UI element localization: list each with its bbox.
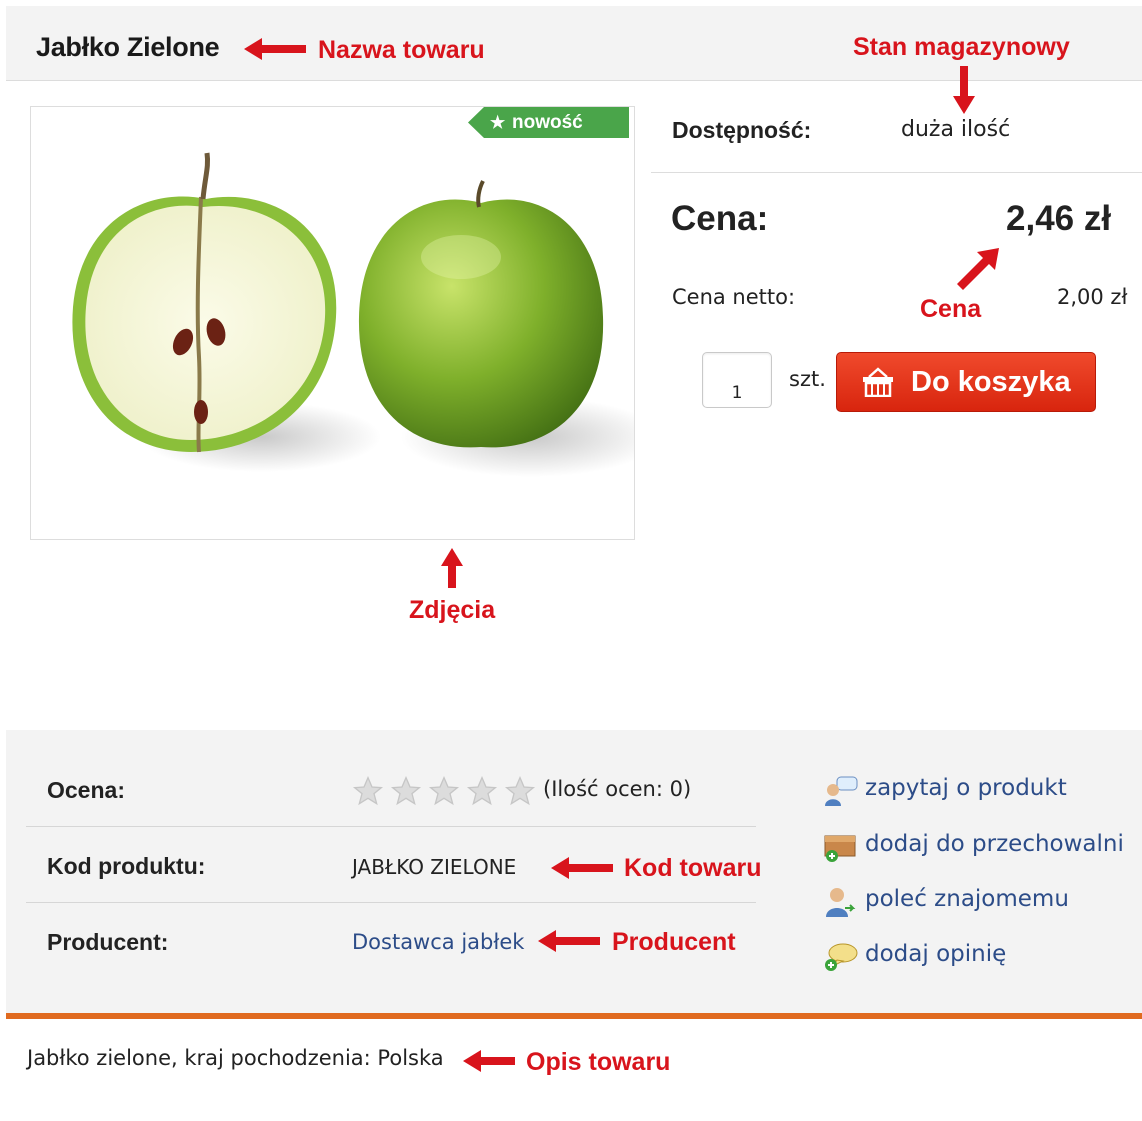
annotation-price: Cena <box>920 295 982 323</box>
star-empty-icon[interactable] <box>352 775 384 807</box>
annotation-producer: Producent <box>612 928 736 956</box>
action-label: dodaj opinię <box>865 941 1007 967</box>
price-value: 2,46 zł <box>1006 199 1112 238</box>
star-empty-icon[interactable] <box>466 775 498 807</box>
annotation-arrow-left-icon <box>463 1050 515 1072</box>
net-price-value: 2,00 zł <box>1057 285 1128 309</box>
product-title: Jabłko Zielone <box>36 32 220 62</box>
unit-label: szt. <box>789 367 826 391</box>
annotation-arrow-left-icon <box>538 930 600 952</box>
availability-value: duża ilość <box>901 117 1011 142</box>
action-label: zapytaj o produkt <box>865 775 1067 801</box>
producer-link[interactable]: Dostawca jabłek <box>352 930 524 954</box>
annotation-code: Kod towaru <box>624 854 762 882</box>
annotation-photos: Zdjęcia <box>409 596 496 624</box>
divider <box>651 172 1142 173</box>
annotation-arrow-up-right-icon <box>957 248 999 290</box>
star-empty-icon[interactable] <box>390 775 422 807</box>
product-code-value: JABŁKO ZIELONE <box>352 855 517 879</box>
add-review-link[interactable]: dodaj opinię <box>823 939 1133 975</box>
annotation-name: Nazwa towaru <box>318 36 485 64</box>
section-divider <box>6 1013 1142 1019</box>
star-empty-icon[interactable] <box>428 775 460 807</box>
new-badge: ★ nowość <box>468 107 629 138</box>
annotation-stock: Stan magazynowy <box>853 33 1070 61</box>
product-description: Jabłko zielone, kraj pochodzenia: Polska <box>27 1046 444 1070</box>
annotation-arrow-left-icon <box>551 857 613 879</box>
recommend-person-icon <box>826 888 856 917</box>
annotation-arrow-left-icon <box>244 38 306 60</box>
add-comment-icon <box>825 943 858 971</box>
rating-count: (Ilość ocen: 0) <box>543 777 692 801</box>
question-person-icon <box>825 776 858 806</box>
new-badge-label: nowość <box>512 112 583 133</box>
rating-stars[interactable] <box>352 775 536 807</box>
annotation-arrow-up-icon <box>441 548 463 588</box>
action-label: poleć znajomemu <box>865 886 1069 912</box>
annotation-description: Opis towaru <box>526 1048 671 1076</box>
recommend-to-friend-link[interactable]: poleć znajomemu <box>823 884 1133 920</box>
product-image[interactable] <box>30 106 635 540</box>
basket-icon <box>863 367 893 397</box>
add-to-storage-link[interactable]: dodaj do przechowalni <box>823 829 1133 865</box>
storage-box-add-icon <box>824 835 856 862</box>
product-code-label: Kod produktu: <box>47 853 206 879</box>
ask-about-product-link[interactable]: zapytaj o produkt <box>823 773 1133 809</box>
action-label: dodaj do przechowalni <box>865 831 1124 857</box>
rating-label: Ocena: <box>47 777 125 803</box>
star-icon: ★ <box>490 113 506 132</box>
annotation-arrow-down-icon <box>953 66 975 114</box>
quantity-input[interactable]: 1 <box>702 352 772 408</box>
green-apple-image <box>72 152 634 477</box>
add-to-cart-label: Do koszyka <box>911 366 1071 398</box>
divider <box>26 902 756 903</box>
availability-label: Dostępność: <box>672 117 812 143</box>
price-label: Cena: <box>671 199 769 238</box>
net-price-label: Cena netto: <box>672 285 796 309</box>
producer-label: Producent: <box>47 929 169 955</box>
star-empty-icon[interactable] <box>504 775 536 807</box>
divider <box>26 826 756 827</box>
add-to-cart-button[interactable]: Do koszyka <box>836 352 1096 412</box>
